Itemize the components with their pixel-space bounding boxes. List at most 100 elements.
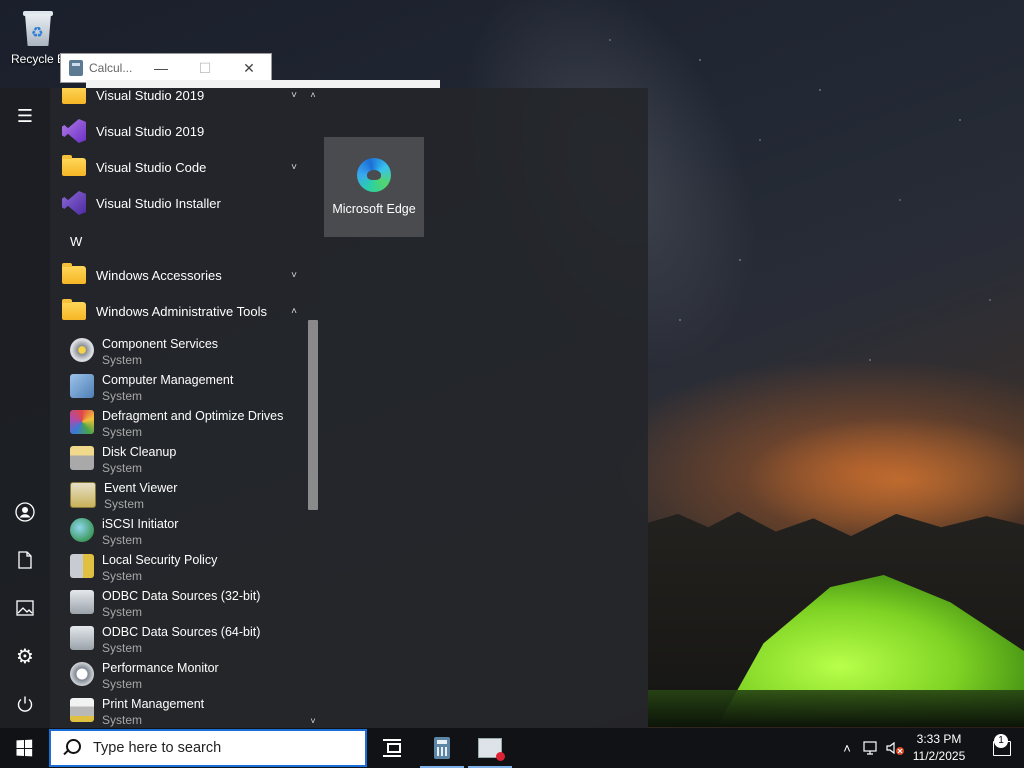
scroll-down-button[interactable]: ˅ (306, 714, 320, 728)
app-computer-management[interactable]: Computer Management System (50, 368, 308, 404)
app-iscsi-initiator[interactable]: iSCSI Initiator System (50, 512, 308, 548)
task-view-icon (383, 739, 401, 757)
app-label: Component Services (102, 337, 219, 351)
app-defragment-drives[interactable]: Defragment and Optimize Drives System (50, 404, 308, 440)
app-folder-windows-accessories[interactable]: Windows Accessories ˅ (50, 257, 308, 293)
app-visual-studio-installer[interactable]: Visual Studio Installer (50, 185, 308, 221)
app-performance-monitor[interactable]: Performance Monitor System (50, 656, 308, 692)
start-menu-scrollbar[interactable]: ˄ ˅ (306, 88, 320, 728)
chevron-up-icon: ˄ (291, 305, 297, 317)
hamburger-icon: ☰ (16, 105, 34, 126)
search-icon (61, 738, 81, 758)
component-services-icon (70, 338, 94, 362)
folder-icon (62, 155, 86, 176)
volume-muted-icon (886, 741, 904, 755)
app-label: Windows Administrative Tools (96, 303, 267, 319)
scroll-up-button[interactable]: ˄ (306, 88, 320, 102)
start-menu-app-list: Visual Studio 2019 ˅ Visual Studio 2019 … (50, 88, 320, 728)
pictures-button[interactable] (0, 588, 50, 628)
taskbar-calculator-button[interactable] (418, 728, 466, 768)
app-label: ODBC Data Sources (64-bit) (102, 625, 261, 639)
taskbar-clock[interactable]: 3:33 PM 11/2/2025 (904, 728, 974, 768)
start-menu-rail: ☰ ⚙ (0, 88, 50, 728)
volume-button[interactable] (884, 728, 906, 768)
folder-icon (62, 88, 86, 104)
close-button[interactable]: ✕ (227, 60, 271, 77)
app-odbc-64[interactable]: ODBC Data Sources (64-bit) System (50, 620, 308, 656)
document-icon (18, 551, 32, 569)
app-category: System (102, 461, 143, 475)
taskbar-recorder-button[interactable] (466, 728, 514, 768)
recycle-bin-icon: ♻ (21, 8, 55, 48)
app-label: Disk Cleanup (102, 445, 177, 459)
power-button[interactable] (0, 684, 50, 724)
scrollbar-thumb[interactable] (308, 320, 318, 510)
notification-count-badge: 1 (994, 734, 1008, 748)
action-center-button[interactable]: 1 (980, 728, 1024, 768)
app-label: Visual Studio 2019 (96, 123, 205, 139)
chevron-down-icon: ˅ (291, 269, 297, 281)
defragment-icon (70, 410, 94, 434)
search-input[interactable] (91, 739, 355, 757)
app-folder-visual-studio-code[interactable]: Visual Studio Code ˅ (50, 149, 308, 185)
network-button[interactable] (860, 728, 882, 768)
app-category: System (102, 605, 143, 619)
taskbar-search-box[interactable] (49, 729, 367, 767)
minimize-button[interactable]: — (139, 60, 183, 76)
app-category: System (102, 425, 143, 439)
app-label: Windows Accessories (96, 267, 222, 283)
calculator-window-title: Calcul... (89, 61, 133, 75)
start-button[interactable] (0, 728, 48, 768)
user-icon (15, 502, 35, 522)
edge-icon (357, 158, 391, 192)
app-category: System (102, 713, 143, 727)
app-category: System (102, 641, 143, 655)
visual-studio-installer-icon (62, 191, 86, 215)
clock-date: 11/2/2025 (912, 749, 966, 763)
show-hidden-icons-button[interactable]: ˄ (836, 728, 858, 768)
chevron-down-icon: ˅ (291, 161, 297, 173)
chevron-up-icon: ˄ (843, 740, 851, 756)
app-folder-windows-administrative-tools[interactable]: Windows Administrative Tools ˄ (50, 293, 308, 329)
taskbar: ˄ 3:33 PM 11/2/2025 1 (0, 728, 1024, 768)
app-folder-visual-studio-2019[interactable]: Visual Studio 2019 ˅ (50, 88, 308, 113)
app-event-viewer[interactable]: Event Viewer System (50, 476, 308, 512)
app-disk-cleanup[interactable]: Disk Cleanup System (50, 440, 308, 476)
app-label: Visual Studio 2019 (96, 88, 205, 103)
app-local-security-policy[interactable]: Local Security Policy System (50, 548, 308, 584)
gear-icon: ⚙ (16, 645, 34, 668)
windows-logo-icon (16, 739, 33, 757)
calculator-icon (434, 737, 450, 759)
picture-icon (16, 600, 34, 616)
security-policy-icon (70, 554, 94, 578)
wallpaper-grass (648, 690, 1024, 727)
app-component-services[interactable]: Component Services System (50, 332, 308, 368)
app-category: System (102, 677, 143, 691)
app-label: ODBC Data Sources (32-bit) (102, 589, 261, 603)
documents-button[interactable] (0, 540, 50, 580)
app-category: System (102, 353, 143, 367)
hamburger-menu-button[interactable]: ☰ (0, 96, 50, 136)
maximize-button[interactable]: ☐ (183, 60, 227, 77)
app-odbc-32[interactable]: ODBC Data Sources (32-bit) System (50, 584, 308, 620)
app-label: iSCSI Initiator (102, 517, 179, 531)
disk-cleanup-icon (70, 446, 94, 470)
calculator-icon (69, 60, 83, 76)
task-view-button[interactable] (368, 728, 416, 768)
computer-management-icon (70, 374, 94, 398)
tile-microsoft-edge[interactable]: Microsoft Edge (324, 137, 424, 237)
account-button[interactable] (0, 492, 50, 532)
calculator-window-titlebar[interactable]: Calcul... — ☐ ✕ (60, 53, 272, 83)
alphabet-header-w[interactable]: W (70, 234, 82, 249)
app-label: Computer Management (102, 373, 234, 387)
settings-button[interactable]: ⚙ (0, 636, 50, 676)
folder-icon (62, 263, 86, 284)
visual-studio-icon (62, 119, 86, 143)
app-label: Defragment and Optimize Drives (102, 409, 284, 423)
app-category: System (102, 569, 143, 583)
app-print-management[interactable]: Print Management System (50, 692, 308, 728)
app-category: System (102, 533, 143, 547)
app-label: Performance Monitor (102, 661, 219, 675)
tile-label: Microsoft Edge (332, 202, 416, 216)
app-visual-studio-2019[interactable]: Visual Studio 2019 (50, 113, 308, 149)
